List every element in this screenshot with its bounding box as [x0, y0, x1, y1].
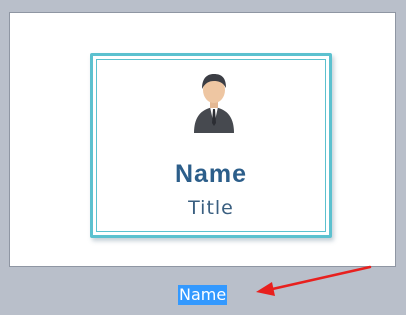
- org-chart-card[interactable]: Name Title: [90, 53, 332, 238]
- name-label-field[interactable]: Name: [178, 285, 228, 305]
- editor-workspace: { "card": { "name": "Name", "title": "Ti…: [0, 0, 406, 315]
- card-name-text[interactable]: Name: [97, 160, 325, 189]
- card-inner-border: Name Title: [96, 59, 326, 232]
- diagram-canvas: Name Title: [9, 12, 396, 267]
- card-title-text[interactable]: Title: [97, 197, 325, 219]
- person-avatar-icon: [194, 74, 234, 133]
- red-arrow-icon: [256, 265, 372, 296]
